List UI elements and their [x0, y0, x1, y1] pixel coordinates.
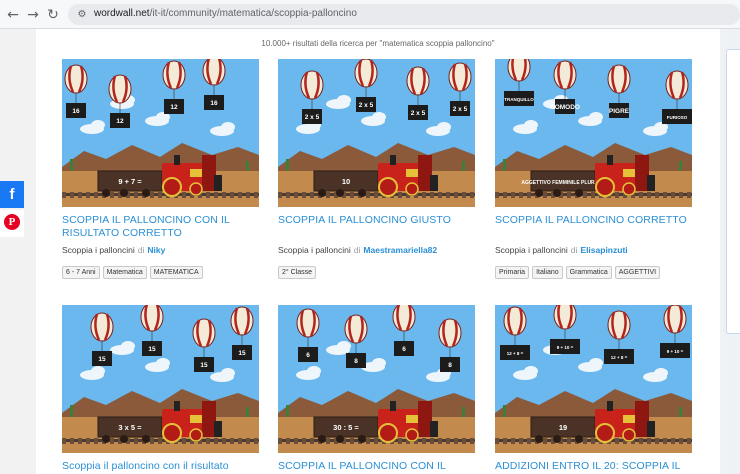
balloon-label: 15	[98, 356, 106, 363]
by-label: di	[137, 245, 145, 255]
activity-title-link[interactable]: SCOPPIA IL PALLONCINO GIUSTO	[278, 214, 475, 227]
author-link[interactable]: Elisapinzuti	[580, 245, 627, 255]
site-settings-icon[interactable]: ⚙	[75, 8, 89, 21]
balloon-label: TRANQUILLO	[504, 97, 534, 102]
balloon-label: 15	[148, 346, 156, 353]
activity-thumbnail[interactable]: 2 x 5 2 x 5 2 x 5 2 x 5 10	[278, 59, 475, 207]
activity-type: Scoppia i palloncini	[278, 245, 351, 255]
balloon-label: 6	[306, 352, 310, 359]
page: f P 10.000+ risultati della ricerca per …	[0, 29, 740, 474]
activity-type: Scoppia i palloncini	[495, 245, 568, 255]
back-arrow-icon[interactable]: ←	[4, 6, 22, 24]
balloon-game-scene: TRANQUILLO COMODO PIGRE FURIOSO AGGETTIVO FE…	[495, 59, 692, 207]
train-label: AGGETTIVO FEMMINILE PLURALE	[521, 180, 605, 186]
result-count: 10.000+ risultati della ricerca per "mat…	[261, 39, 495, 48]
activity-meta: Scoppia i palloncini di Maestramariella82	[278, 245, 437, 255]
train-label: 3 x 5 =	[118, 423, 142, 432]
balloon-label: 2 x 5	[305, 114, 320, 121]
activity-title-link[interactable]: ADDIZIONI ENTRO IL 20: SCOPPIA IL	[495, 460, 692, 473]
activity-thumbnail[interactable]: TRANQUILLO COMODO PIGRE FURIOSO AGGETTIVO FE…	[495, 59, 692, 207]
balloon-label: 12	[170, 104, 178, 111]
tag-list: 6 - 7 Anni Matematica MATEMATICA	[62, 266, 206, 279]
activity-thumbnail[interactable]: 6 8 6 8 30 : 5 =	[278, 305, 475, 453]
author-link[interactable]: Maestramariella82	[363, 245, 437, 255]
balloon-label: 16	[72, 108, 80, 115]
url-text[interactable]: wordwall.net/it-it/community/matematica/…	[94, 8, 357, 19]
pinterest-logo: P	[4, 214, 20, 230]
balloon-label: 15	[238, 350, 246, 357]
activity-meta: Scoppia i palloncini di Elisapinzuti	[495, 245, 628, 255]
balloon-label: PIGRE	[609, 108, 630, 115]
url-host: wordwall.net	[94, 8, 150, 19]
activity-thumbnail[interactable]: 16 12 12 16 9 + 7 =	[62, 59, 259, 207]
search-results: 10.000+ risultati della ricerca per "mat…	[36, 29, 720, 474]
reload-icon[interactable]: ↻	[44, 6, 62, 24]
activity-title-link[interactable]: SCOPPIA IL PALLONCINO CON IL	[278, 460, 475, 473]
facebook-share-icon[interactable]: f	[0, 181, 24, 208]
balloon-label: 8	[354, 358, 358, 365]
balloon-label: 6	[402, 346, 406, 353]
tag-chip[interactable]: Matematica	[102, 266, 147, 279]
balloon-game-scene: 12 + 8 = 9 + 10 = 12 + 8 = 9 + 10 = 19	[495, 305, 692, 453]
url-path: /it-it/community/matematica/scoppia-pall…	[149, 8, 357, 19]
balloon-label: COMODO	[550, 104, 580, 111]
activity-meta: Scoppia i palloncini di Niky	[62, 245, 165, 255]
balloon-game-scene: 2 x 5 2 x 5 2 x 5 2 x 5 10	[278, 59, 475, 207]
balloon-label: 12 + 8 =	[507, 351, 524, 356]
balloon-label: 12	[116, 118, 124, 125]
train-label: 9 + 7 =	[118, 177, 142, 186]
balloon-label: 2 x 5	[411, 110, 426, 117]
balloon-label: FURIOSO	[667, 115, 688, 120]
train-label: 10	[342, 177, 350, 186]
activity-title-link[interactable]: SCOPPIA IL PALLONCINO CORRETTO	[495, 214, 692, 227]
balloon-label: 12 + 8 =	[611, 355, 628, 360]
tag-chip[interactable]: Grammatica	[565, 266, 612, 279]
train-label: 19	[559, 423, 567, 432]
balloon-label: 9 + 10 =	[557, 345, 574, 350]
browser-toolbar: ← → ↻ ⚙ wordwall.net/it-it/community/mat…	[0, 0, 740, 29]
forward-arrow-icon[interactable]: →	[24, 6, 42, 24]
activity-title-link[interactable]: SCOPPIA IL PALLONCINO CON IL RISULTATO C…	[62, 214, 259, 240]
right-panel-card	[726, 49, 740, 334]
pinterest-share-icon[interactable]: P	[0, 210, 24, 237]
by-label: di	[570, 245, 578, 255]
balloon-label: 15	[200, 362, 208, 369]
train-label: 30 : 5 =	[333, 423, 359, 432]
tag-list: 2° Classe	[278, 266, 319, 279]
address-bar[interactable]: ⚙ wordwall.net/it-it/community/matematic…	[68, 4, 740, 25]
tag-chip[interactable]: AGGETTIVI	[614, 266, 661, 279]
tag-list: Primaria Italiano Grammatica AGGETTIVI	[495, 266, 663, 279]
activity-type: Scoppia i palloncini	[62, 245, 135, 255]
balloon-label: 2 x 5	[453, 106, 468, 113]
activity-thumbnail[interactable]: 15 15 15 15 3 x 5 =	[62, 305, 259, 453]
balloon-label: 2 x 5	[359, 102, 374, 109]
tag-chip[interactable]: Italiano	[532, 266, 563, 279]
tag-chip[interactable]: 2° Classe	[278, 266, 317, 279]
tag-chip[interactable]: 6 - 7 Anni	[62, 266, 100, 279]
by-label: di	[353, 245, 361, 255]
balloon-game-scene: 16 12 12 16 9 + 7 =	[62, 59, 259, 207]
balloon-game-scene: 6 8 6 8 30 : 5 =	[278, 305, 475, 453]
activity-thumbnail[interactable]: 12 + 8 = 9 + 10 = 12 + 8 = 9 + 10 = 19	[495, 305, 692, 453]
balloon-game-scene: 15 15 15 15 3 x 5 =	[62, 305, 259, 453]
balloon-label: 8	[448, 362, 452, 369]
activity-title-link[interactable]: Scoppia il palloncino con il risultato	[62, 460, 259, 473]
balloon-label: 9 + 10 =	[667, 349, 684, 354]
balloon-label: 16	[210, 100, 218, 107]
author-link[interactable]: Niky	[147, 245, 165, 255]
tag-chip[interactable]: MATEMATICA	[149, 266, 203, 279]
tag-chip[interactable]: Primaria	[495, 266, 530, 279]
